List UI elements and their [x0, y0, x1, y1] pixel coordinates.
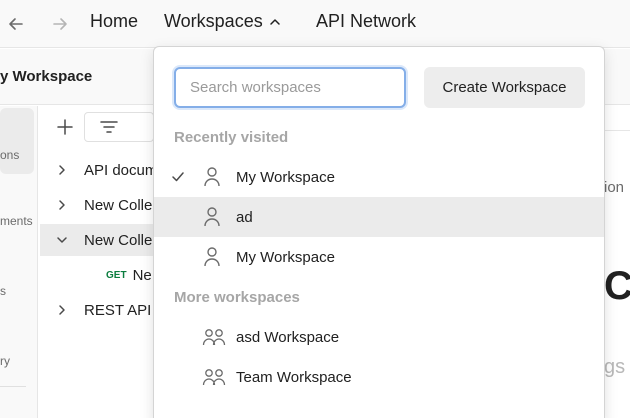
right-snippet: ion — [604, 179, 625, 196]
search-workspaces-input[interactable] — [174, 67, 406, 108]
person-icon — [202, 166, 236, 188]
workspace-name: ad — [236, 208, 253, 226]
workspace-item[interactable]: Team Workspace — [154, 357, 604, 397]
right-divider — [604, 130, 630, 131]
checkmark-icon — [154, 171, 202, 183]
rail-item-environments[interactable]: ments — [0, 214, 34, 228]
chevron-right-icon[interactable] — [40, 164, 84, 176]
nav-workspaces-label: Workspaces — [164, 11, 263, 31]
workspace-name: asd Workspace — [236, 328, 340, 346]
workspaces-dropdown: Create Workspace Recently visited My Wor… — [153, 46, 605, 418]
tree-item-label: New Colle — [84, 231, 153, 249]
chevron-right-icon[interactable] — [40, 199, 84, 211]
rail-divider — [0, 386, 26, 387]
workspace-name: My Workspace — [236, 248, 335, 266]
tree-item-label: API docum — [84, 161, 158, 179]
get-method-badge: GET — [106, 269, 127, 281]
nav-workspaces[interactable]: Workspaces — [164, 11, 281, 32]
add-collection-plus-icon[interactable] — [54, 116, 76, 138]
right-heading: C — [604, 264, 630, 308]
workspace-title: y Workspace — [0, 68, 93, 85]
workspace-item[interactable]: My Workspace — [154, 237, 604, 277]
tree-item-label: Ne — [132, 266, 152, 284]
workspace-name: My Workspace — [236, 168, 335, 186]
filter-button[interactable] — [84, 112, 154, 142]
workspace-item[interactable]: My Workspace — [154, 157, 604, 197]
tree-item-label: REST API — [84, 301, 152, 319]
nav-api-network[interactable]: API Network — [316, 11, 416, 32]
team-icon — [202, 366, 236, 388]
create-workspace-button[interactable]: Create Workspace — [424, 67, 585, 108]
back-arrow-icon[interactable] — [4, 12, 28, 36]
workspace-item[interactable]: ad — [154, 197, 604, 237]
rail-item-label: ry — [0, 354, 10, 368]
rail-item-history[interactable]: ry — [0, 354, 34, 368]
team-icon — [202, 326, 236, 348]
rail-item-apis[interactable]: s — [0, 284, 34, 298]
rail-item-label: ments — [0, 214, 33, 228]
tree-item-rest-api[interactable]: REST API — [40, 294, 160, 326]
filter-icon — [100, 121, 118, 133]
forward-arrow-icon[interactable] — [48, 12, 72, 36]
more-workspaces-label: More workspaces — [174, 289, 300, 306]
tree-item-label: New Colle — [84, 196, 153, 214]
workspace-name: Team Workspace — [236, 368, 352, 386]
nav-home[interactable]: Home — [90, 11, 138, 32]
rail-item-collections[interactable]: ons — [0, 108, 34, 174]
rail-item-label: s — [0, 284, 6, 298]
tree-item-new-collection-2[interactable]: New Colle — [40, 224, 160, 256]
rail-item-label: ons — [0, 148, 20, 162]
tree-item-new-collection-1[interactable]: New Colle — [40, 189, 160, 221]
right-faded-text: gs e — [604, 356, 630, 378]
person-icon — [202, 206, 236, 228]
workspace-item[interactable]: asd Workspace — [154, 317, 604, 357]
tree-item-api-docum[interactable]: API docum — [40, 154, 160, 186]
top-bar: Home Workspaces API Network — [0, 0, 630, 48]
chevron-down-icon[interactable] — [40, 235, 84, 245]
tree-item-request[interactable]: GET Ne — [40, 259, 160, 291]
chevron-right-icon[interactable] — [40, 304, 84, 316]
recently-visited-label: Recently visited — [174, 129, 289, 146]
person-icon — [202, 246, 236, 268]
chevron-up-icon — [269, 18, 280, 25]
left-rail: ons ments s ry — [0, 106, 38, 418]
